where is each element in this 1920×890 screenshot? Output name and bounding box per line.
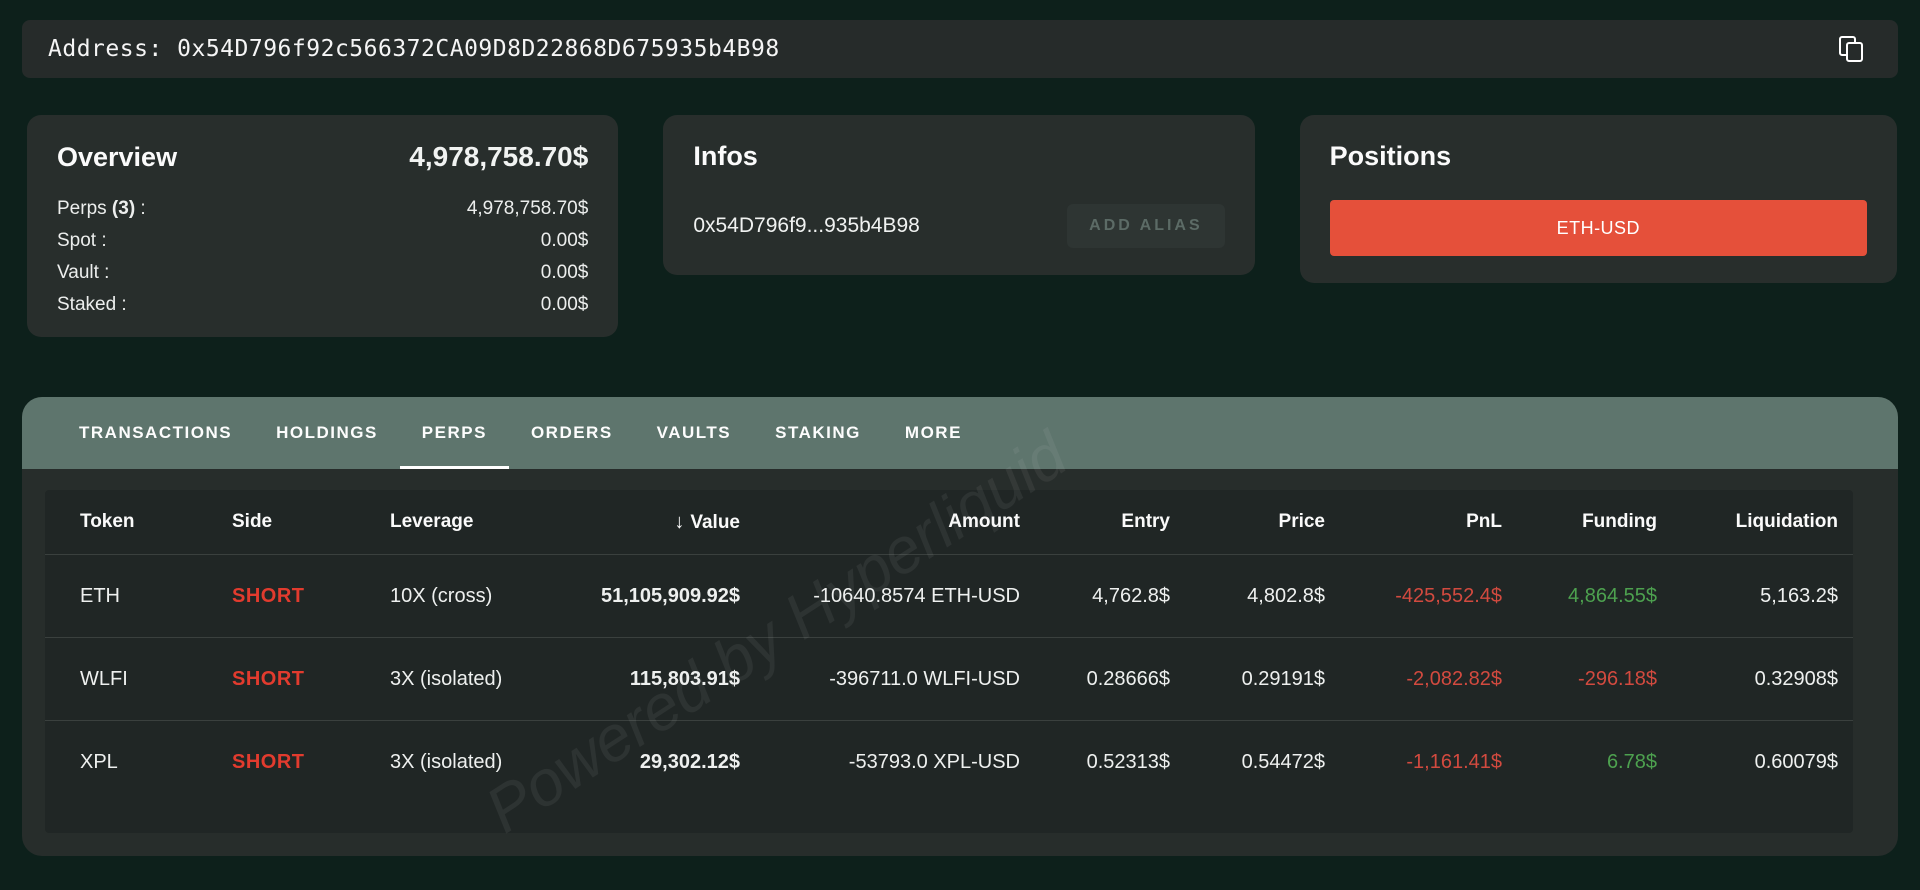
short-address: 0x54D796f9...935b4B98 [693,214,920,237]
side-cell: SHORT [232,667,305,690]
funding-cell: 6.78$ [1606,750,1657,773]
amount-cell: -53793.0 XPL-USD [848,750,1020,773]
leverage-cell: 3X (isolated) [390,750,503,773]
summary-cards: Overview 4,978,758.70$ Perps (3) : 4,978… [27,115,1897,337]
value-cell: 51,105,909.92$ [600,584,740,607]
col-price[interactable]: Price [1170,511,1325,533]
table-row-eth[interactable]: ETH SHORT 10X (cross) 51,105,909.92$ -10… [45,554,1853,637]
side-cell: SHORT [232,750,305,773]
positions-title: Positions [1329,141,1452,171]
overview-row-vault: Vault : 0.00$ [57,257,588,289]
overview-spot-value: 0.00$ [540,230,589,251]
infos-title: Infos [693,141,758,171]
positions-card: Positions ETH-USD [1299,115,1897,283]
pnl-cell: -425,552.4$ [1395,584,1502,607]
amount-cell: -396711.0 WLFI-USD [829,667,1020,690]
pnl-cell: -1,161.41$ [1406,750,1502,773]
token-cell: ETH [80,584,120,607]
liquidation-cell: 5,163.2$ [1760,584,1838,607]
position-eth-usd-button[interactable]: ETH-USD [1329,200,1867,256]
details-panel: TRANSACTIONS HOLDINGS PERPS ORDERS VAULT… [22,397,1898,856]
tab-perps[interactable]: PERPS [399,397,509,469]
tab-holdings[interactable]: HOLDINGS [254,397,400,469]
price-cell: 0.54472$ [1241,750,1325,773]
leverage-cell: 10X (cross) [390,584,493,607]
overview-vault-value: 0.00$ [540,262,589,283]
funding-cell: 4,864.55$ [1568,584,1657,607]
overview-staked-value: 0.00$ [540,294,589,315]
value-cell: 115,803.91$ [629,667,740,690]
liquidation-cell: 0.32908$ [1754,667,1838,690]
infos-card: Infos 0x54D796f9...935b4B98 ADD ALIAS [663,115,1255,275]
pnl-cell: -2,082.82$ [1406,667,1502,690]
col-leverage[interactable]: Leverage [390,511,560,533]
liquidation-cell: 0.60079$ [1754,750,1838,773]
copy-address-button[interactable] [1832,29,1872,69]
col-pnl[interactable]: PnL [1325,511,1502,533]
table-header: Token Side Leverage ↓ Value Amount Entry … [45,490,1853,554]
address-bar: Address: 0x54D796f92c566372CA09D8D22868D… [22,20,1898,78]
col-liquidation[interactable]: Liquidation [1657,511,1838,533]
tab-staking[interactable]: STAKING [753,397,883,469]
tab-vaults[interactable]: VAULTS [635,397,753,469]
amount-cell: -10640.8574 ETH-USD [813,584,1020,607]
add-alias-button[interactable]: ADD ALIAS [1067,204,1225,248]
sort-desc-icon: ↓ [674,510,685,533]
col-side[interactable]: Side [232,511,390,533]
overview-row-staked: Staked : 0.00$ [57,289,588,321]
table-row-wlfi[interactable]: WLFI SHORT 3X (isolated) 115,803.91$ -39… [45,637,1853,720]
copy-icon [1839,36,1865,62]
col-token[interactable]: Token [80,511,232,533]
overview-row-spot: Spot : 0.00$ [57,225,588,257]
price-cell: 0.29191$ [1241,667,1325,690]
col-entry[interactable]: Entry [1020,511,1170,533]
tab-more[interactable]: MORE [883,397,984,469]
overview-card: Overview 4,978,758.70$ Perps (3) : 4,978… [27,115,619,337]
col-funding[interactable]: Funding [1502,511,1657,533]
overview-perps-value: 4,978,758.70$ [466,198,589,219]
tab-orders[interactable]: ORDERS [509,397,635,469]
price-cell: 4,802.8$ [1247,584,1325,607]
entry-cell: 0.52313$ [1086,750,1170,773]
value-cell: 29,302.12$ [639,750,740,773]
perps-table: Token Side Leverage ↓ Value Amount Entry … [45,490,1853,833]
col-value[interactable]: ↓ Value [560,511,740,534]
overview-title: Overview [57,142,178,172]
entry-cell: 4,762.8$ [1092,584,1170,607]
overview-row-perps: Perps (3) : 4,978,758.70$ [57,193,588,225]
funding-cell: -296.18$ [1578,667,1657,690]
entry-cell: 0.28666$ [1086,667,1170,690]
col-amount[interactable]: Amount [740,511,1020,533]
side-cell: SHORT [232,584,305,607]
tab-transactions[interactable]: TRANSACTIONS [57,397,254,469]
token-cell: WLFI [80,667,128,690]
address-text: Address: 0x54D796f92c566372CA09D8D22868D… [48,36,780,62]
leverage-cell: 3X (isolated) [390,667,503,690]
tab-bar: TRANSACTIONS HOLDINGS PERPS ORDERS VAULT… [22,397,1898,469]
table-row-xpl[interactable]: XPL SHORT 3X (isolated) 29,302.12$ -5379… [45,720,1853,803]
token-cell: XPL [80,750,118,773]
overview-total-value: 4,978,758.70$ [409,141,589,172]
